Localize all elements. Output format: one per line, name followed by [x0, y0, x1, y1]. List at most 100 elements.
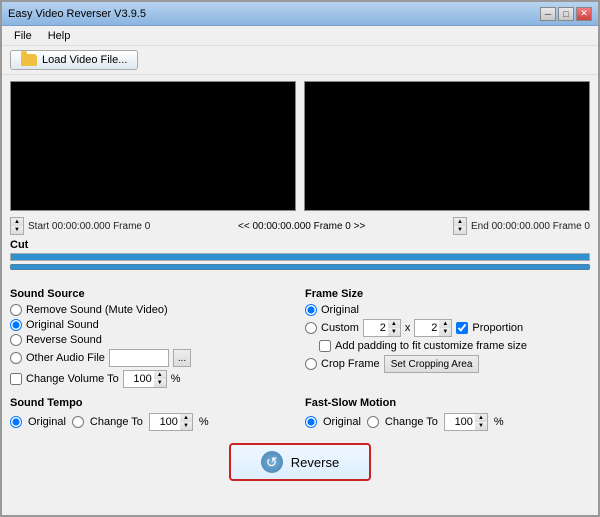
frame-w-up[interactable]: ▲	[388, 320, 400, 328]
volume-up-btn[interactable]: ▲	[154, 371, 166, 379]
frame-original-radio[interactable]	[305, 304, 317, 316]
main-content: Sound Source Remove Sound (Mute Video) O…	[2, 282, 598, 397]
set-crop-button[interactable]: Set Cropping Area	[384, 355, 480, 373]
motion-input[interactable]: 100	[445, 414, 475, 430]
motion-original-label: Original	[323, 416, 361, 428]
fast-slow-row: Original Change To 100 ▲ ▼ %	[305, 413, 590, 431]
add-padding-checkbox[interactable]	[319, 340, 331, 352]
sound-other-radio[interactable]	[10, 352, 22, 364]
end-time-label: End 00:00:00.000 Frame 0	[471, 221, 590, 232]
frame-original-row: Original	[305, 304, 590, 316]
tempo-spinner[interactable]: 100 ▲ ▼	[149, 413, 193, 431]
motion-down[interactable]: ▼	[475, 422, 487, 430]
maximize-button[interactable]: □	[558, 7, 574, 21]
tempo-change-radio[interactable]	[72, 416, 84, 428]
bottom-panels: Sound Tempo Original Change To 100 ▲ ▼ %…	[2, 397, 598, 435]
change-volume-label: Change Volume To	[26, 373, 119, 385]
volume-down-btn[interactable]: ▼	[154, 379, 166, 387]
video-panel-left	[10, 81, 296, 211]
sound-reverse-row: Reverse Sound	[10, 334, 295, 346]
frame-h-down[interactable]: ▼	[439, 328, 451, 336]
motion-change-label: Change To	[385, 416, 438, 428]
sound-remove-radio[interactable]	[10, 304, 22, 316]
slider-bar[interactable]	[10, 264, 590, 270]
start-down-btn[interactable]: ▼	[11, 226, 23, 234]
volume-percent: %	[171, 373, 181, 385]
add-padding-label: Add padding to fit customize frame size	[335, 340, 527, 352]
tempo-down[interactable]: ▼	[180, 422, 192, 430]
sound-original-radio[interactable]	[10, 319, 22, 331]
sound-original-label: Original Sound	[26, 319, 99, 331]
proportion-label: Proportion	[472, 322, 523, 334]
frame-x-label: x	[405, 322, 411, 334]
reverse-icon: ↺	[261, 451, 283, 473]
menu-help[interactable]: Help	[40, 28, 79, 44]
toolbar: Load Video File...	[2, 46, 598, 75]
load-video-button[interactable]: Load Video File...	[10, 50, 138, 70]
sound-source-title: Sound Source	[10, 288, 295, 300]
sound-remove-label: Remove Sound (Mute Video)	[26, 304, 168, 316]
motion-original-radio[interactable]	[305, 416, 317, 428]
timeline-controls: ▲ ▼ Start 00:00:00.000 Frame 0 << 00:00:…	[2, 215, 598, 237]
titlebar-title: Easy Video Reverser V3.9.5	[8, 8, 146, 20]
start-spinner[interactable]: ▲ ▼	[10, 217, 24, 235]
crop-frame-radio[interactable]	[305, 358, 317, 370]
right-panel: Frame Size Original Custom ▲ ▼ x ▲ ▼	[305, 288, 590, 391]
tempo-up[interactable]: ▲	[180, 414, 192, 422]
video-panel-right	[304, 81, 590, 211]
tempo-original-label: Original	[28, 416, 66, 428]
motion-spinner[interactable]: 100 ▲ ▼	[444, 413, 488, 431]
titlebar: Easy Video Reverser V3.9.5 ─ □ ✕	[2, 2, 598, 26]
sound-other-label: Other Audio File	[26, 352, 105, 364]
frame-w-down[interactable]: ▼	[388, 328, 400, 336]
frame-w-spinner[interactable]: ▲ ▼	[363, 319, 401, 337]
tempo-change-label: Change To	[90, 416, 143, 428]
volume-arrows: ▲ ▼	[154, 371, 166, 387]
frame-custom-row: Custom ▲ ▼ x ▲ ▼ Proportion	[305, 319, 590, 337]
center-time-label: << 00:00:00.000 Frame 0 >>	[154, 221, 449, 232]
reverse-button[interactable]: ↺ Reverse	[229, 443, 371, 481]
close-button[interactable]: ✕	[576, 7, 592, 21]
sound-tempo-title: Sound Tempo	[10, 397, 295, 409]
volume-spinner[interactable]: 100 ▲ ▼	[123, 370, 167, 388]
folder-icon	[21, 54, 37, 66]
cut-label: Cut	[10, 239, 590, 251]
frame-custom-label: Custom	[321, 322, 359, 334]
sound-reverse-label: Reverse Sound	[26, 334, 102, 346]
minimize-button[interactable]: ─	[540, 7, 556, 21]
sound-tempo-section: Sound Tempo Original Change To 100 ▲ ▼ %	[10, 397, 295, 431]
frame-size-title: Frame Size	[305, 288, 590, 300]
video-area	[2, 75, 598, 215]
end-spinner[interactable]: ▲ ▼	[453, 217, 467, 235]
volume-input[interactable]: 100	[124, 371, 154, 387]
frame-custom-radio[interactable]	[305, 322, 317, 334]
crop-frame-row: Crop Frame Set Cropping Area	[305, 355, 590, 373]
slider-track[interactable]	[10, 253, 590, 261]
browse-audio-button[interactable]: ...	[173, 349, 191, 367]
tempo-arrows: ▲ ▼	[180, 414, 192, 430]
frame-h-input[interactable]	[415, 320, 439, 336]
frame-w-arrows: ▲ ▼	[388, 320, 400, 336]
motion-change-radio[interactable]	[367, 416, 379, 428]
frame-h-up[interactable]: ▲	[439, 320, 451, 328]
menubar: File Help	[2, 26, 598, 46]
end-down-btn[interactable]: ▼	[454, 226, 466, 234]
end-up-btn[interactable]: ▲	[454, 218, 466, 226]
tempo-input[interactable]: 100	[150, 414, 180, 430]
frame-h-spinner[interactable]: ▲ ▼	[414, 319, 452, 337]
menu-file[interactable]: File	[6, 28, 40, 44]
load-video-label: Load Video File...	[42, 54, 127, 66]
tempo-original-radio[interactable]	[10, 416, 22, 428]
frame-w-input[interactable]	[364, 320, 388, 336]
audio-file-input[interactable]	[109, 349, 169, 367]
cut-section: Cut	[2, 237, 598, 282]
proportion-checkbox[interactable]	[456, 322, 468, 334]
change-volume-checkbox[interactable]	[10, 373, 22, 385]
fast-slow-section: Fast-Slow Motion Original Change To 100 …	[305, 397, 590, 431]
fast-slow-title: Fast-Slow Motion	[305, 397, 590, 409]
frame-h-arrows: ▲ ▼	[439, 320, 451, 336]
sound-reverse-radio[interactable]	[10, 334, 22, 346]
motion-up[interactable]: ▲	[475, 414, 487, 422]
slider-handle[interactable]	[10, 264, 590, 278]
start-up-btn[interactable]: ▲	[11, 218, 23, 226]
